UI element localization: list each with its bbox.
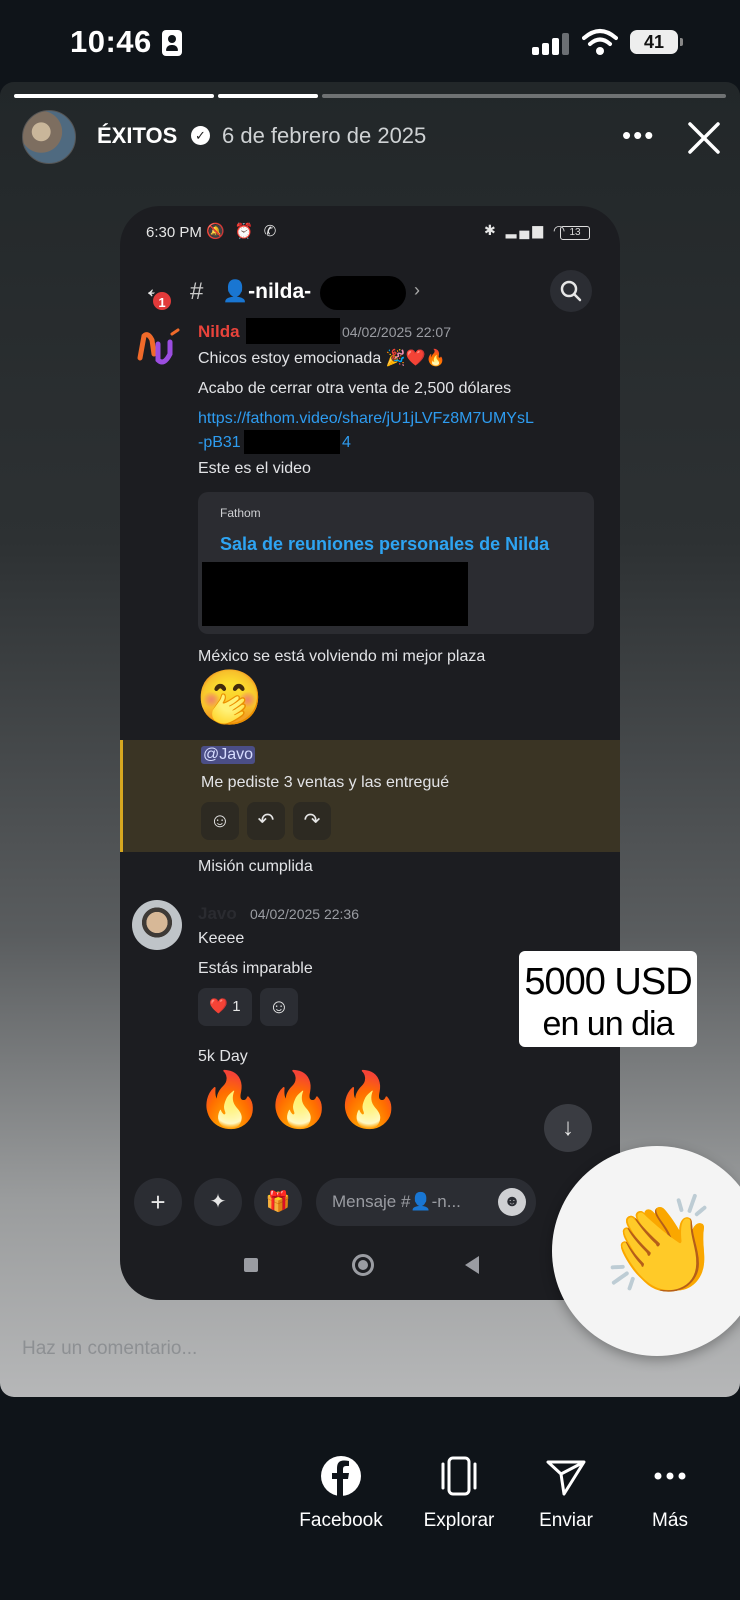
progress-segment [218,94,318,98]
message-input: Mensaje #👤-n... ☻ [316,1178,536,1226]
sticker-line: 5000 USD [524,961,692,1003]
add-reaction-icon: ☺ [260,988,298,1026]
home-icon [352,1254,374,1276]
link-embed: Fathom Sala de reuniones personales de N… [198,492,594,634]
gift-icon: 🎁 [254,1178,302,1226]
clap-sticker[interactable]: 👏 [552,1146,740,1356]
nilda-logo-avatar [137,328,180,365]
redaction-block [202,562,468,626]
timestamp: 04/02/2025 22:07 [342,324,451,340]
mas-button[interactable]: Más [615,1440,725,1540]
close-icon[interactable] [684,118,724,158]
mention-tag: @Javo [201,746,256,764]
post-date: 6 de febrero de 2025 [222,123,427,148]
contact-card-icon [162,30,182,56]
sticker-line: en un dia [542,1005,675,1043]
javo-avatar [132,900,182,950]
username-javo: Javo [198,904,237,923]
story-header: ÉXITOS ✓ 6 de febrero de 2025 ••• [0,110,740,166]
clapping-hands-icon: 👏 [602,1193,722,1300]
highlighted-message: @Javo Me pediste 3 ventas y las entregué… [120,740,620,852]
username-nilda: Nilda [198,322,240,341]
redaction-block [246,318,340,344]
status-time: 10:46 [70,24,152,59]
status-bar: 10:46 41 [0,0,740,82]
message-link: -pB31 [198,434,241,451]
timestamp: 04/02/2025 22:36 [250,906,359,922]
message-link: 4 [342,434,351,451]
facebook-button[interactable]: Facebook [286,1440,396,1540]
message-link: https://fathom.video/share/jU1jLVFz8M7UM… [198,410,534,427]
redaction-block [320,276,406,310]
add-reaction-icon: ☺ [201,802,239,840]
story-progress [14,94,726,98]
story-card[interactable]: ÉXITOS ✓ 6 de febrero de 2025 ••• 6:30 P… [0,82,740,1397]
emoji-picker-icon: ☻ [498,1188,526,1216]
cellular-signal-icon [532,33,572,55]
phone-screenshot: 6:30 PM 🔕 ⏰ ✆ ✱ ▂▄▆ ◠ 13 ← 1 # 👤-nilda- … [120,206,620,1300]
channel-name: 👤-nilda- [222,280,312,303]
message-text: Keeee [198,930,245,947]
phone-battery: 13 [560,226,590,240]
explorar-label: Explorar [423,1510,495,1531]
comment-input[interactable]: Haz un comentario... [22,1338,197,1360]
chevron-right-icon: › [414,280,420,300]
message-text: Misión cumplida [198,858,313,875]
message-text: Acabo de cerrar otra venta de 2,500 dóla… [198,380,512,397]
account-name[interactable]: ÉXITOS [97,123,177,149]
message-text: México se está volviendo mi mejor plaza [198,648,486,665]
embed-provider: Fathom [220,506,261,520]
share-bar: Facebook Explorar Enviar Más [0,1440,740,1560]
account-avatar[interactable] [22,110,76,164]
reaction-count: 1 [232,998,241,1015]
battery-indicator: 41 [630,30,683,54]
facebook-label: Facebook [299,1510,383,1531]
channel-header: ← 1 # 👤-nilda- › [120,266,620,326]
explore-cards-icon [441,1456,477,1496]
message-text: Este es el video [198,460,311,477]
plus-icon: + [134,1178,182,1226]
more-dots-icon [654,1472,686,1480]
message-text: 5k Day [198,1048,248,1065]
progress-segment [322,94,726,98]
more-options-icon[interactable]: ••• [622,122,655,148]
enviar-button[interactable]: Enviar [511,1440,621,1540]
progress-segment [14,94,214,98]
message-text: Chicos estoy emocionada 🎉❤️🔥 [198,350,446,367]
text-sticker: 5000 USD en un dia [519,951,697,1047]
embed-title: Sala de reuniones personales de Nilda [220,534,550,554]
apps-icon: ✦ [194,1178,242,1226]
scroll-down-icon: ↓ [544,1104,592,1152]
recents-icon [244,1258,258,1272]
phone-status-icons: 🔕 ⏰ ✆ [206,223,280,240]
fire-emoji-row: 🔥🔥🔥 [196,1070,404,1130]
message-text: Estás imparable [198,960,313,977]
verified-badge-icon: ✓ [191,126,210,145]
redaction-block [244,430,340,454]
reply-icon: ↶ [247,802,285,840]
forward-icon: ↷ [293,802,331,840]
phone-status-bar: 6:30 PM 🔕 ⏰ ✆ ✱ ▂▄▆ ◠ 13 [120,206,620,266]
explorar-button[interactable]: Explorar [404,1440,514,1540]
wifi-icon [582,29,618,55]
android-nav-bar [120,1236,620,1296]
message-text: Me pediste 3 ventas y las entregué [201,774,450,791]
facebook-icon [321,1456,361,1496]
send-icon [546,1460,586,1496]
back-triangle-icon [465,1256,479,1274]
message-placeholder: Mensaje #👤-n... [332,1192,461,1211]
mas-label: Más [652,1510,688,1531]
message-composer: + ✦ 🎁 Mensaje #👤-n... ☻ [120,1170,620,1230]
phone-status-right: ✱ ▂▄▆ ◠ [484,222,569,238]
phone-time: 6:30 PM [146,224,202,241]
enviar-label: Enviar [539,1510,593,1531]
emoji-message: 🤭 [196,668,264,728]
heart-reaction: ❤️ 1 [198,988,252,1026]
notification-badge: 1 [151,290,173,312]
search-icon [550,270,592,312]
channel-hash-icon: # [190,278,204,305]
heart-icon: ❤️ [209,998,229,1015]
